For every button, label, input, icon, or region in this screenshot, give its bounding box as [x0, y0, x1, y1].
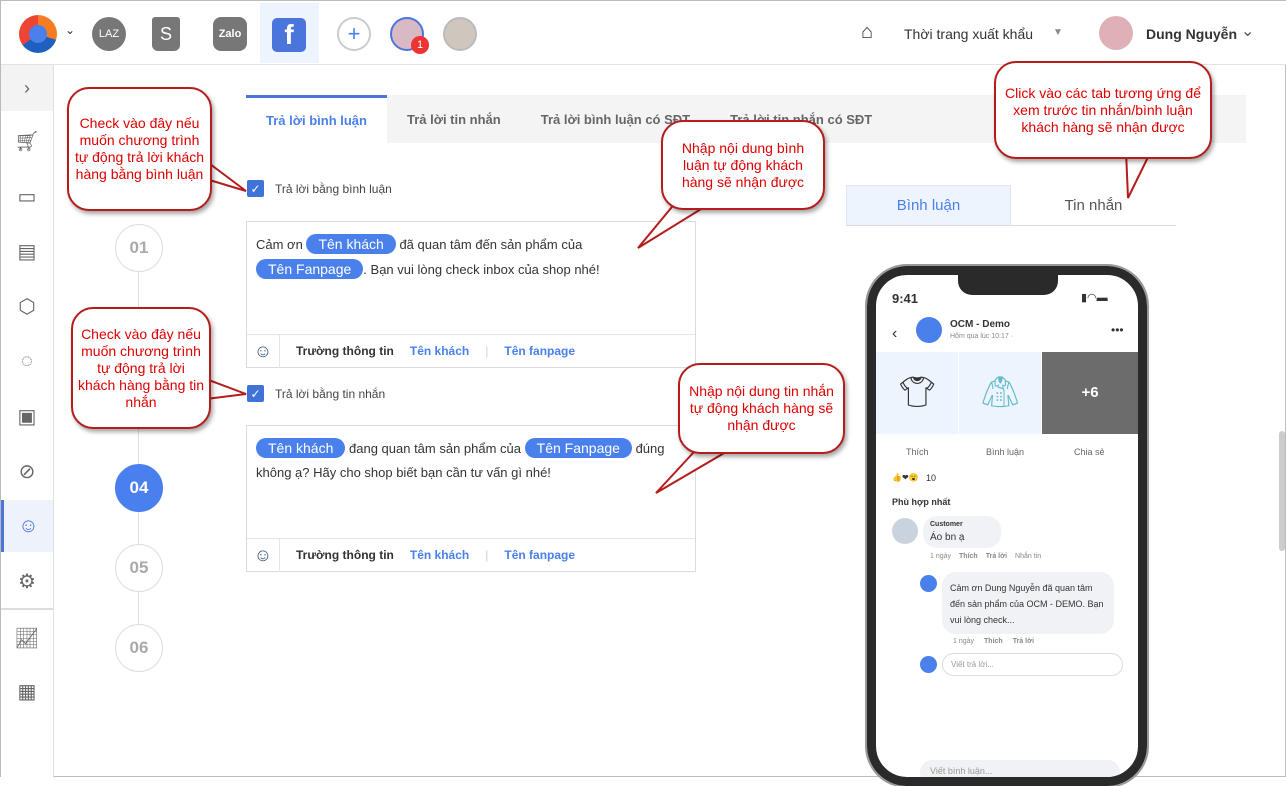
callout-preview-tabs: Click vào các tab tương ứng để xem trước… [994, 61, 1212, 159]
callout-message-content: Nhập nội dung tin nhắn tự động khách hàn… [678, 363, 845, 454]
callout-comment-content: Nhập nội dung bình luận tự động khách hà… [661, 120, 825, 210]
callout-message-checkbox: Check vào đây nếu muốn chương trình tự đ… [71, 307, 211, 429]
callout-comment-checkbox: Check vào đây nếu muốn chương trình tự đ… [67, 87, 212, 211]
